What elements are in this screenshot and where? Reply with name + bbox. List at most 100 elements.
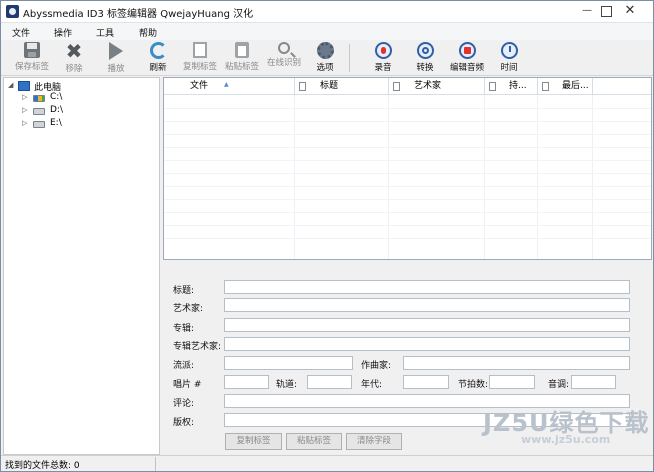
document-icon <box>542 82 549 91</box>
menu-tools[interactable]: 工具 <box>96 26 114 39</box>
composer-label: 作曲家: <box>361 361 392 371</box>
composer-input[interactable] <box>403 356 630 370</box>
toolbar: 保存标签 ✖ 移除 播放 刷新 复制标签 粘贴标签 在线识别 选项 录音 转换 … <box>1 40 653 76</box>
grid-divider <box>537 95 538 259</box>
convert-icon <box>416 42 434 59</box>
album-input[interactable] <box>224 318 630 332</box>
column-artist-label: 艺术家 <box>414 81 442 91</box>
paste-tag-toolbar-button[interactable]: 粘贴标签 <box>220 42 264 74</box>
search-icon <box>278 42 290 54</box>
year-input[interactable] <box>403 375 449 389</box>
minimize-button[interactable]: — <box>580 4 594 18</box>
tree-item-drive-c[interactable]: ▷ C:\ <box>22 92 142 105</box>
play-icon <box>109 42 123 60</box>
track-label: 轨道: <box>276 380 298 390</box>
title-bar: Abyssmedia ID3 标签编辑器 QwejayHuang 汉化 — ✕ <box>1 1 653 23</box>
grid-divider <box>164 199 651 200</box>
app-logo-icon <box>6 5 19 18</box>
paste-tag-button[interactable]: 粘贴标签 <box>286 433 342 450</box>
watermark-url: www.jz5u.com <box>521 433 611 446</box>
column-title-label: 标题 <box>320 81 339 91</box>
tree-item-drive-d[interactable]: ▷ D:\ <box>22 105 142 118</box>
paste-icon <box>235 42 249 58</box>
grid-divider <box>164 160 651 161</box>
grid-divider <box>164 173 651 174</box>
artist-input[interactable] <box>224 298 630 312</box>
column-duration[interactable]: 持... <box>485 78 538 95</box>
document-icon <box>489 82 496 91</box>
disc-number-input[interactable] <box>224 375 269 389</box>
document-icon <box>299 82 306 91</box>
toolbar-separator <box>349 44 350 72</box>
clear-fields-button[interactable]: 清除字段 <box>346 433 402 450</box>
grid-divider <box>164 238 651 239</box>
copy-icon <box>193 42 207 58</box>
drive-icon <box>33 121 45 128</box>
convert-button[interactable]: 转换 <box>403 42 447 74</box>
menu-bar: 文件 操作 工具 帮助 <box>1 23 653 40</box>
grid-divider <box>164 108 651 109</box>
site-watermark: JZ5U绿色下载 www.jz5u.com <box>483 403 651 453</box>
tree-label-drive-c: C:\ <box>50 92 63 102</box>
save-tag-button[interactable]: 保存标签 <box>10 42 54 74</box>
edit-audio-icon <box>458 42 476 59</box>
title-input[interactable] <box>224 280 630 294</box>
close-button[interactable]: ✕ <box>623 4 637 18</box>
computer-icon <box>18 81 30 91</box>
options-button[interactable]: 选项 <box>303 42 347 74</box>
folder-tree[interactable]: ◢ 此电脑 ▷ C:\ ▷ D:\ ▷ E:\ <box>3 77 160 455</box>
expand-icon[interactable]: ▷ <box>22 119 27 127</box>
save-icon <box>24 42 40 58</box>
key-input[interactable] <box>571 375 616 389</box>
menu-operation[interactable]: 操作 <box>54 26 72 39</box>
grid-divider <box>164 147 651 148</box>
status-bar: 找到的文件总数: 0 <box>1 455 653 471</box>
expand-icon[interactable]: ▷ <box>22 106 27 114</box>
column-file[interactable]: ▲ 文件 <box>164 78 295 95</box>
status-divider <box>155 457 156 471</box>
grid-divider <box>164 186 651 187</box>
online-identify-button[interactable]: 在线识别 <box>262 42 306 74</box>
file-list[interactable]: ▲ 文件 标题 艺术家 持... 最后... <box>163 77 652 260</box>
time-button[interactable]: 时间 <box>487 42 531 74</box>
copy-tag-toolbar-button[interactable]: 复制标签 <box>178 42 222 74</box>
maximize-button[interactable] <box>601 6 612 17</box>
edit-audio-label: 编辑音频 <box>449 63 484 73</box>
collapse-icon[interactable]: ◢ <box>8 81 13 89</box>
grid-divider <box>294 95 295 259</box>
save-tag-label: 保存标签 <box>14 62 49 72</box>
bpm-input[interactable] <box>489 375 535 389</box>
track-input[interactable] <box>307 375 352 389</box>
grid-divider <box>592 95 593 259</box>
column-artist[interactable]: 艺术家 <box>389 78 485 95</box>
menu-help[interactable]: 帮助 <box>139 26 157 39</box>
menu-file[interactable]: 文件 <box>12 26 30 39</box>
refresh-button[interactable]: 刷新 <box>136 42 180 74</box>
expand-icon[interactable]: ▷ <box>22 93 27 101</box>
bpm-label: 节拍数: <box>458 380 489 390</box>
gear-icon <box>316 42 334 59</box>
album-label: 专辑: <box>173 324 195 334</box>
genre-input[interactable] <box>224 356 353 370</box>
clock-icon <box>500 42 518 59</box>
album-artist-input[interactable] <box>224 337 630 351</box>
tree-item-drive-e[interactable]: ▷ E:\ <box>22 118 142 131</box>
tree-label-drive-d: D:\ <box>50 105 63 115</box>
comment-label: 评论: <box>173 399 195 409</box>
system-drive-icon <box>33 95 45 102</box>
sort-ascending-icon: ▲ <box>224 81 229 88</box>
column-file-label: 文件 <box>190 81 209 91</box>
column-title[interactable]: 标题 <box>295 78 389 95</box>
column-last-modified[interactable]: 最后... <box>538 78 593 95</box>
remove-icon: ✖ <box>65 39 83 63</box>
key-label: 音调: <box>548 380 570 390</box>
grid-divider <box>388 95 389 259</box>
options-label: 选项 <box>316 63 334 73</box>
play-button[interactable]: 播放 <box>94 42 138 74</box>
edit-audio-button[interactable]: 编辑音频 <box>445 42 489 74</box>
remove-button[interactable]: ✖ 移除 <box>52 39 96 74</box>
remove-label: 移除 <box>65 64 83 74</box>
copy-tag-button[interactable]: 复制标签 <box>225 433 282 450</box>
grid-divider <box>164 121 651 122</box>
record-button[interactable]: 录音 <box>361 42 405 74</box>
